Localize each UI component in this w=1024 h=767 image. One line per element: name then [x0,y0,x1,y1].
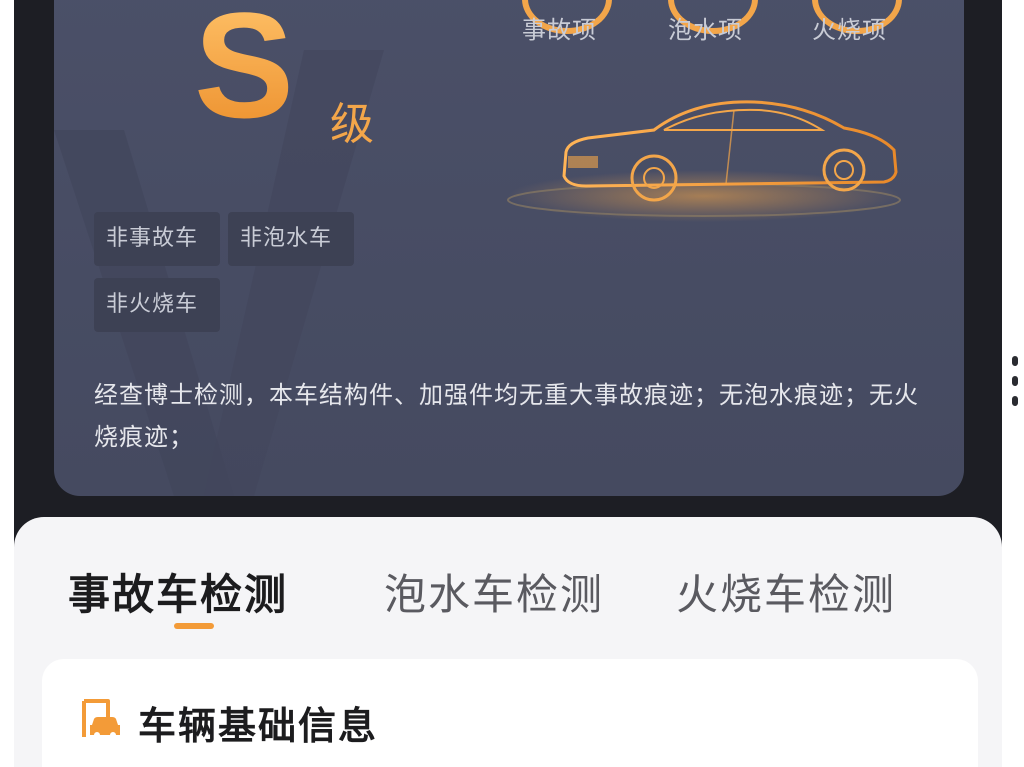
info-card-title: 车辆基础信息 [138,704,379,748]
vehicle-basic-info-card[interactable]: 车辆基础信息 [42,659,978,767]
stat-label-accident: 事故项 [522,16,597,44]
tag-no-flood: 非泡水车 [228,212,354,266]
grade-letter: S [194,0,294,140]
handle-dot [1012,356,1018,366]
handle-dot [1012,376,1018,386]
tab-fire-inspection[interactable]: 火烧车检测 [676,561,896,622]
active-tab-indicator [174,623,214,629]
tab-accident-inspection[interactable]: 事故车检测 [68,561,288,622]
right-edge [1002,0,1024,767]
car-illustration [507,100,901,222]
detail-sheet: 事故车检测 泡水车检测 火烧车检测 车辆基础信息 [14,517,1002,767]
left-edge [0,0,14,767]
tag-no-accident: 非事故车 [94,212,220,266]
car-document-icon [82,699,120,738]
inspection-tabs: 事故车检测 泡水车检测 火烧车检测 [14,547,1002,637]
tag-no-fire: 非火烧车 [94,278,220,332]
handle-dot [1012,396,1018,406]
grade-suffix: 级 [330,99,374,150]
inspection-summary: 经查博士检测，本车结构件、加强件均无重大事故痕迹；无泡水痕迹；无火烧痕迹； [94,381,919,451]
inspection-report-card: S 级 事故项 泡水项 火烧项 非事故车 非泡水车 非火烧车 经查博士检测，本车… [54,0,964,496]
tab-flood-inspection[interactable]: 泡水车检测 [384,561,604,622]
stats-row: 事故项 泡水项 火烧项 [504,0,924,50]
stat-label-fire: 火烧项 [812,16,887,44]
side-handle[interactable] [1012,356,1020,406]
stat-label-flood: 泡水项 [668,16,743,44]
